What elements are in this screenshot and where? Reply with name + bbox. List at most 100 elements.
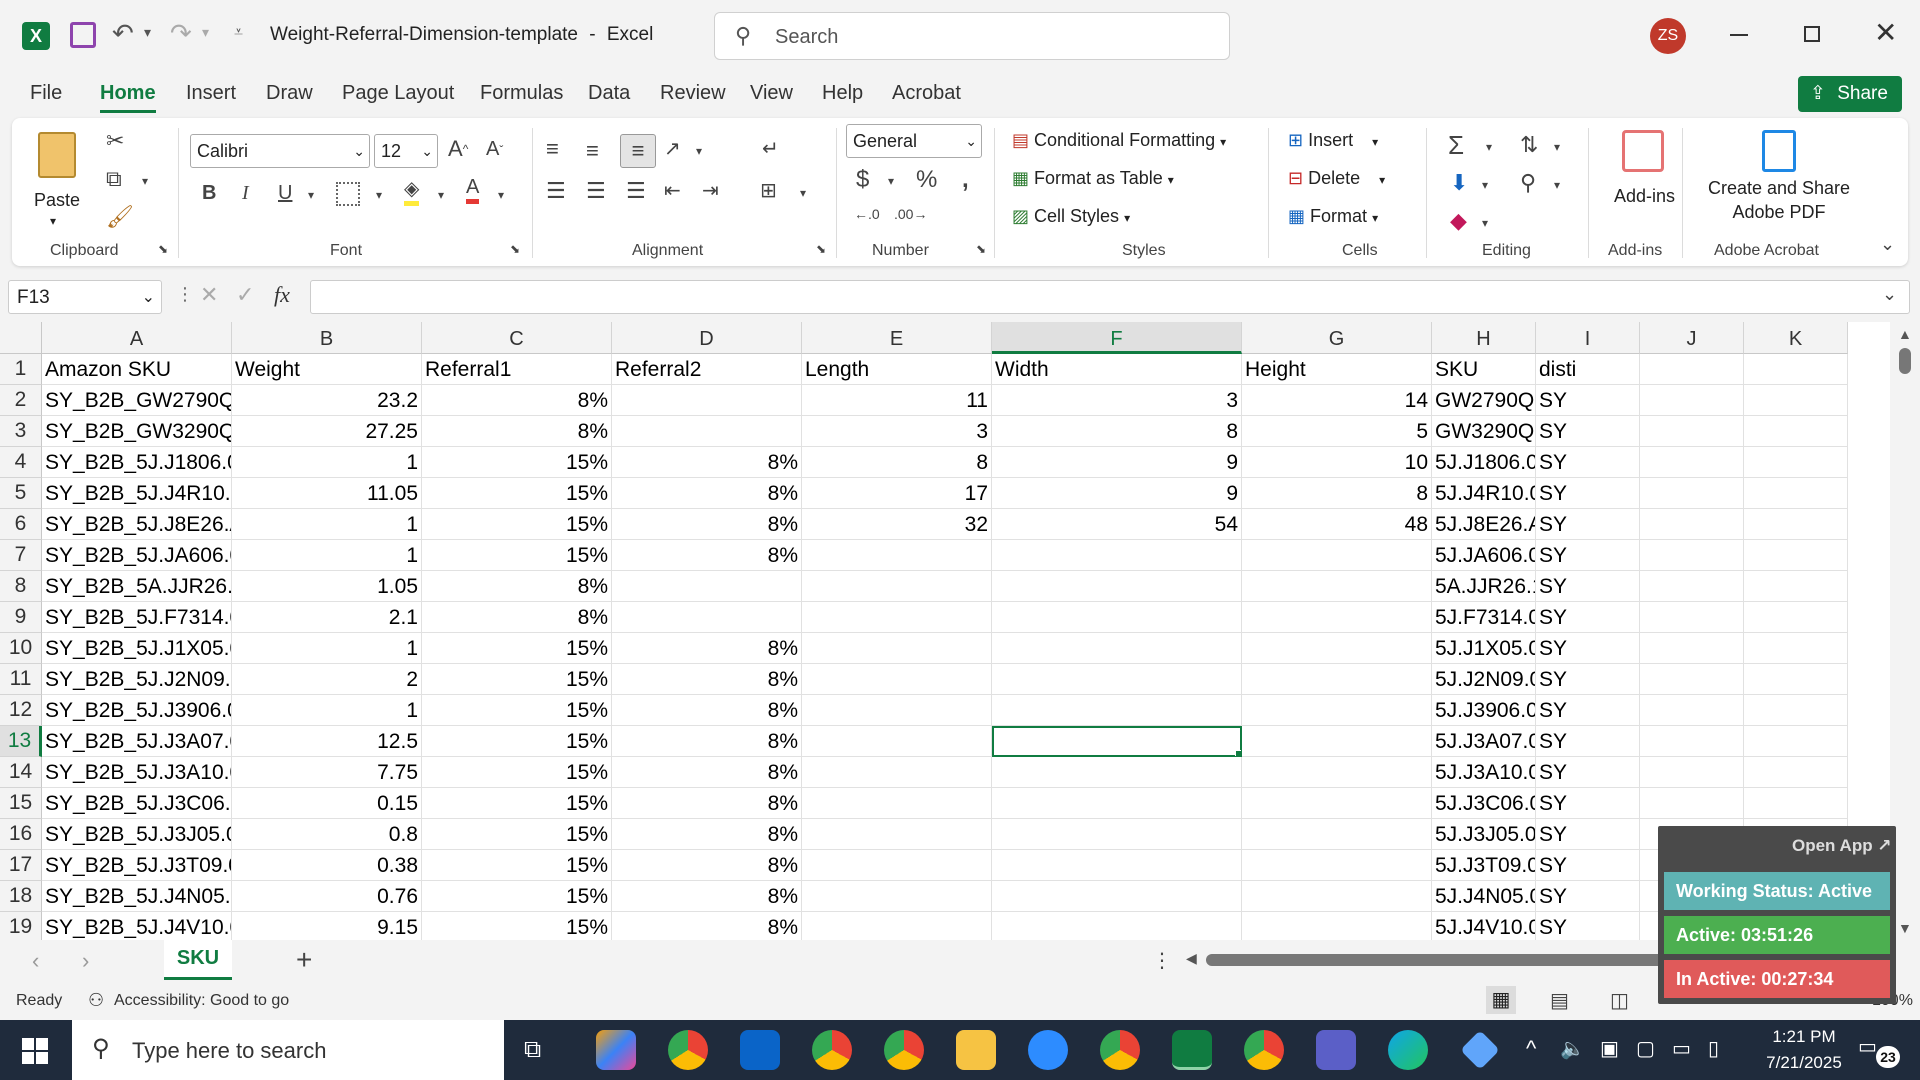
- font-size-select[interactable]: 12 ⌄: [374, 134, 438, 168]
- cell-a2[interactable]: SY_B2B_GW2790Q: [42, 385, 232, 416]
- cell-e4[interactable]: 8: [802, 447, 992, 478]
- outlook-icon[interactable]: [740, 1030, 780, 1070]
- add-ins-button[interactable]: Add-ins: [1602, 126, 1688, 236]
- file-explorer-icon[interactable]: [956, 1030, 996, 1070]
- cell-e15[interactable]: [802, 788, 992, 819]
- cell-h13[interactable]: 5J.J3A07.0: [1432, 726, 1536, 757]
- cell-i16[interactable]: SY: [1536, 819, 1640, 850]
- cell-g17[interactable]: [1242, 850, 1432, 881]
- column-header-f[interactable]: F: [992, 322, 1242, 354]
- teams-icon[interactable]: [1316, 1030, 1356, 1070]
- cell-c17[interactable]: 15%: [422, 850, 612, 881]
- expand-formula-bar-icon[interactable]: ⌄: [1882, 284, 1897, 305]
- cell-k14[interactable]: [1744, 757, 1848, 788]
- customize-qat-icon[interactable]: ⩡: [234, 24, 243, 42]
- cell-h2[interactable]: GW2790Q: [1432, 385, 1536, 416]
- cell-d14[interactable]: 8%: [612, 757, 802, 788]
- align-right-icon[interactable]: ☰: [626, 178, 646, 204]
- ribbon-collapse-icon[interactable]: ⌄: [1880, 234, 1895, 255]
- find-select-icon[interactable]: ⚲: [1520, 170, 1536, 196]
- cell-f19[interactable]: [992, 912, 1242, 940]
- cell-h1[interactable]: SKU: [1432, 354, 1536, 385]
- copilot-icon[interactable]: [596, 1030, 636, 1070]
- accessibility-icon[interactable]: ⚇: [88, 990, 104, 1011]
- cell-j14[interactable]: [1640, 757, 1744, 788]
- cell-k7[interactable]: [1744, 540, 1848, 571]
- cell-d7[interactable]: 8%: [612, 540, 802, 571]
- cell-b17[interactable]: 0.38: [232, 850, 422, 881]
- merge-dropdown-icon[interactable]: ▾: [800, 186, 806, 200]
- cell-f6[interactable]: 54: [992, 509, 1242, 540]
- cell-j7[interactable]: [1640, 540, 1744, 571]
- confirm-entry-icon[interactable]: ✓: [236, 282, 254, 308]
- tab-review[interactable]: Review: [660, 82, 726, 105]
- page-break-view-icon[interactable]: ◫: [1610, 988, 1629, 1013]
- camera-icon[interactable]: ▢: [1636, 1036, 1655, 1061]
- autosum-icon[interactable]: Σ: [1448, 130, 1464, 161]
- underline-dropdown-icon[interactable]: ▾: [308, 188, 314, 202]
- cell-c8[interactable]: 8%: [422, 571, 612, 602]
- fill-color-icon[interactable]: ◈: [404, 176, 420, 206]
- cell-g8[interactable]: [1242, 571, 1432, 602]
- cell-g15[interactable]: [1242, 788, 1432, 819]
- row-header[interactable]: 10: [0, 633, 42, 664]
- cell-c15[interactable]: 15%: [422, 788, 612, 819]
- scroll-down-icon[interactable]: ▼: [1898, 920, 1912, 936]
- cell-b16[interactable]: 0.8: [232, 819, 422, 850]
- cell-e3[interactable]: 3: [802, 416, 992, 447]
- cell-a7[interactable]: SY_B2B_5J.JA606.0: [42, 540, 232, 571]
- cell-k10[interactable]: [1744, 633, 1848, 664]
- cell-k2[interactable]: [1744, 385, 1848, 416]
- increase-font-size-icon[interactable]: A ^: [448, 136, 468, 162]
- format-cells-button[interactable]: ▦ Format ▾: [1288, 206, 1378, 227]
- alignment-launcher-icon[interactable]: ⬊: [816, 242, 826, 256]
- chrome-alt-icon[interactable]: [1100, 1030, 1140, 1070]
- column-header-e[interactable]: E: [802, 322, 992, 354]
- cell-d12[interactable]: 8%: [612, 695, 802, 726]
- decrease-indent-icon[interactable]: ⇤: [664, 178, 681, 203]
- cell-e16[interactable]: [802, 819, 992, 850]
- network-icon[interactable]: ▯: [1708, 1036, 1719, 1061]
- align-left-icon[interactable]: ☰: [546, 178, 566, 204]
- cell-h10[interactable]: 5J.J1X05.0: [1432, 633, 1536, 664]
- cell-a14[interactable]: SY_B2B_5J.J3A10.0: [42, 757, 232, 788]
- cell-f1[interactable]: Width: [992, 354, 1242, 385]
- save-icon[interactable]: [70, 22, 96, 48]
- cell-g4[interactable]: 10: [1242, 447, 1432, 478]
- cell-g7[interactable]: [1242, 540, 1432, 571]
- cell-f7[interactable]: [992, 540, 1242, 571]
- cell-a11[interactable]: SY_B2B_5J.J2N09.0: [42, 664, 232, 695]
- column-header-b[interactable]: B: [232, 322, 422, 354]
- cell-c12[interactable]: 15%: [422, 695, 612, 726]
- cell-e12[interactable]: [802, 695, 992, 726]
- cell-h12[interactable]: 5J.J3906.0: [1432, 695, 1536, 726]
- cancel-entry-icon[interactable]: ✕: [200, 282, 218, 308]
- cell-h5[interactable]: 5J.J4R10.0: [1432, 478, 1536, 509]
- horizontal-scroll-thumb[interactable]: [1206, 954, 1666, 966]
- copy-icon[interactable]: ⧉: [106, 166, 122, 192]
- cell-j9[interactable]: [1640, 602, 1744, 633]
- cell-h18[interactable]: 5J.J4N05.0: [1432, 881, 1536, 912]
- cell-b10[interactable]: 1: [232, 633, 422, 664]
- row-header[interactable]: 16: [0, 819, 42, 850]
- show-hidden-icons-icon[interactable]: ^: [1526, 1036, 1536, 1062]
- cell-d13[interactable]: 8%: [612, 726, 802, 757]
- cell-d3[interactable]: [612, 416, 802, 447]
- cell-e8[interactable]: [802, 571, 992, 602]
- row-header[interactable]: 11: [0, 664, 42, 695]
- align-bottom-icon[interactable]: ≡: [620, 134, 656, 168]
- cell-i2[interactable]: SY: [1536, 385, 1640, 416]
- cell-j13[interactable]: [1640, 726, 1744, 757]
- cell-j1[interactable]: [1640, 354, 1744, 385]
- share-button[interactable]: ⇪ Share ▾: [1798, 76, 1902, 138]
- cell-a10[interactable]: SY_B2B_5J.J1X05.0: [42, 633, 232, 664]
- cell-j12[interactable]: [1640, 695, 1744, 726]
- minimize-icon[interactable]: [1730, 34, 1748, 36]
- number-launcher-icon[interactable]: ⬊: [976, 242, 986, 256]
- paste-button[interactable]: Paste ▾: [30, 128, 84, 228]
- cell-f17[interactable]: [992, 850, 1242, 881]
- tab-draw[interactable]: Draw: [266, 82, 313, 105]
- cell-d11[interactable]: 8%: [612, 664, 802, 695]
- cell-d4[interactable]: 8%: [612, 447, 802, 478]
- cell-b9[interactable]: 2.1: [232, 602, 422, 633]
